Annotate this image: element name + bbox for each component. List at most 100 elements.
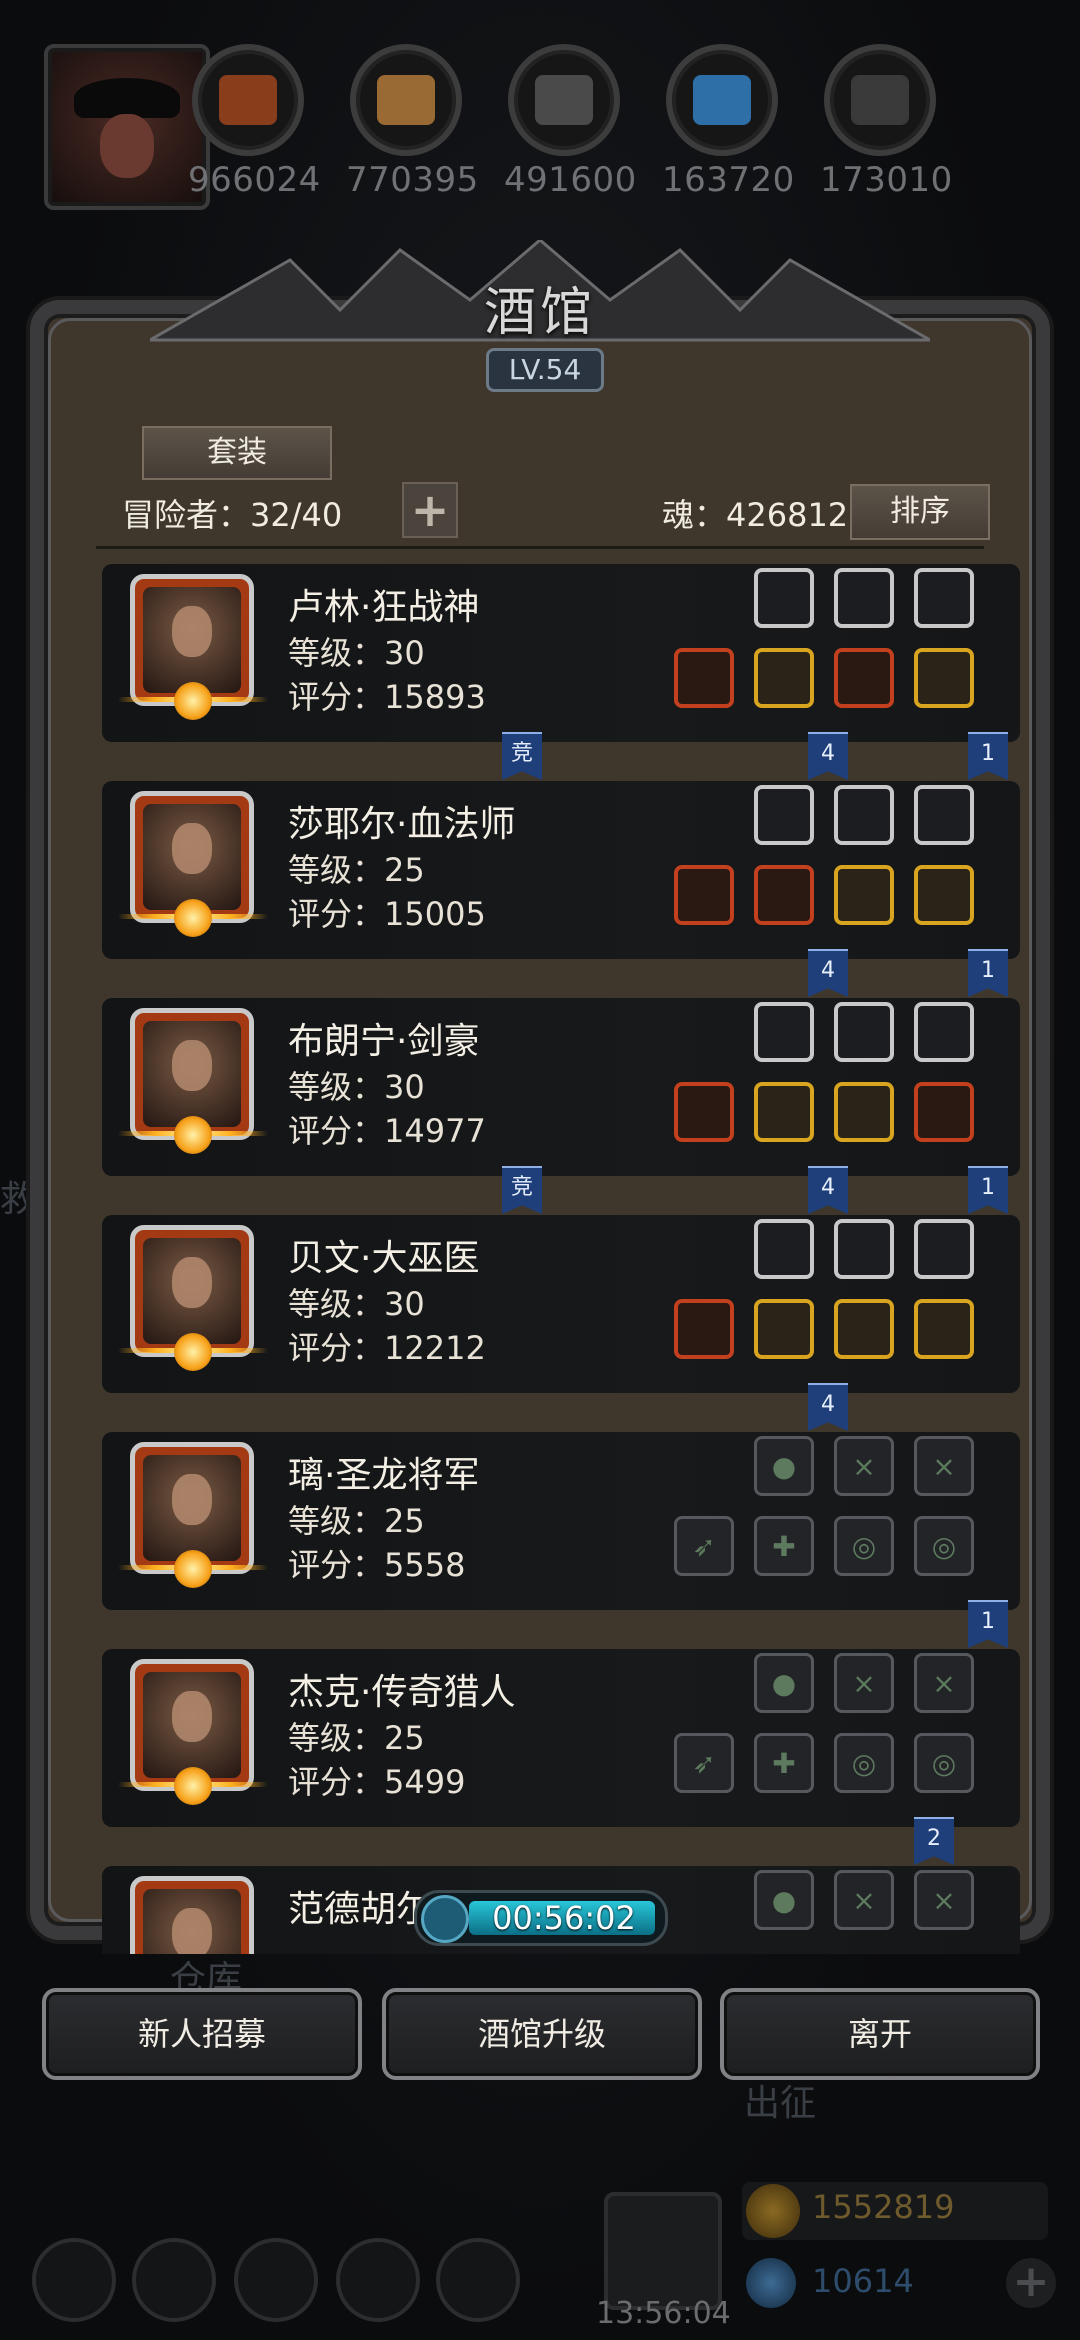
rank-emblem-icon — [118, 1767, 268, 1805]
header-divider — [96, 546, 984, 549]
count-tag: 4 — [808, 1166, 848, 1214]
count-tag: 4 — [808, 1383, 848, 1431]
hero-card[interactable]: 璃·圣龙将军 等级：25 评分：5558 ● ⨯ ⨯ ➶ ✚ ◎ ◎ — [102, 1432, 1020, 1610]
equipment-slot[interactable] — [834, 1082, 894, 1142]
resource-meat-value: 966024 — [188, 160, 321, 200]
count-tag: 1 — [968, 1600, 1008, 1648]
hero-score: 评分：5499 — [288, 1763, 466, 1801]
avatar-face — [100, 114, 154, 178]
arena-tag: 竞 — [502, 1166, 542, 1214]
empty-equipment-slot[interactable]: ⨯ — [914, 1436, 974, 1496]
empty-equipment-slot[interactable]: ✚ — [754, 1516, 814, 1576]
crystal-icon — [666, 44, 778, 156]
empty-equipment-slot[interactable]: ◎ — [834, 1516, 894, 1576]
gold-coin-icon — [746, 2184, 800, 2238]
timer-text: 00:56:02 — [492, 1899, 636, 1937]
equipment-slot[interactable] — [674, 648, 734, 708]
equipment-slot[interactable] — [834, 785, 894, 845]
equipment-slot[interactable] — [914, 1002, 974, 1062]
empty-equipment-slot[interactable]: ⨯ — [914, 1870, 974, 1930]
set-button[interactable]: 套装 — [142, 426, 332, 480]
equipment-slot[interactable] — [754, 1299, 814, 1359]
equipment-slot[interactable] — [914, 1219, 974, 1279]
equipment-slot[interactable] — [674, 1082, 734, 1142]
equipment-slot[interactable] — [834, 568, 894, 628]
empty-equipment-slot[interactable]: ✚ — [754, 1733, 814, 1793]
hero-card[interactable]: 布朗宁·剑豪 等级：30 评分：14977 — [102, 998, 1020, 1176]
equipment-slot[interactable] — [914, 1082, 974, 1142]
equipment-slot[interactable] — [914, 648, 974, 708]
equipment-slot[interactable] — [754, 1219, 814, 1279]
add-gems-button[interactable]: + — [1006, 2258, 1056, 2308]
tavern-level-badge: LV.54 — [486, 348, 604, 392]
empty-equipment-slot[interactable]: ➶ — [674, 1516, 734, 1576]
leave-button[interactable]: 离开 — [720, 1988, 1040, 2080]
resource-crystal[interactable]: 163720 — [662, 44, 794, 200]
resource-stone[interactable]: 173010 — [820, 44, 952, 200]
empty-equipment-slot[interactable]: ➶ — [674, 1733, 734, 1793]
resource-wood-value: 770395 — [346, 160, 479, 200]
hero-score: 评分：12212 — [288, 1329, 486, 1367]
adventurer-count: 冒险者：32/40 — [122, 496, 343, 534]
equipment-slot[interactable] — [754, 1082, 814, 1142]
equipment-slot[interactable] — [914, 785, 974, 845]
empty-equipment-slot[interactable]: ⨯ — [834, 1436, 894, 1496]
settings-gear-icon[interactable] — [32, 2238, 116, 2322]
tavern-title: 酒馆 — [483, 283, 596, 343]
hero-card[interactable]: 贝文·大巫医 等级：30 评分：12212 — [102, 1215, 1020, 1393]
quest-icon[interactable] — [436, 2238, 520, 2322]
equipment-slot[interactable] — [754, 1002, 814, 1062]
guild-icon[interactable] — [234, 2238, 318, 2322]
equipment-slot[interactable] — [754, 785, 814, 845]
equipment-slot[interactable] — [834, 1219, 894, 1279]
rank-emblem-icon — [118, 1550, 268, 1588]
empty-equipment-slot[interactable]: ● — [754, 1870, 814, 1930]
hero-card[interactable]: 莎耶尔·血法师 等级：25 评分：15005 — [102, 781, 1020, 959]
equipment-slot[interactable] — [834, 1002, 894, 1062]
empty-equipment-slot[interactable]: ◎ — [914, 1733, 974, 1793]
empty-equipment-slot[interactable]: ⨯ — [834, 1653, 894, 1713]
hero-level: 等级：25 — [288, 851, 425, 889]
achievement-icon[interactable] — [132, 2238, 216, 2322]
equipment-slot[interactable] — [834, 865, 894, 925]
gem-counter: 10614 — [742, 2254, 992, 2312]
hero-list[interactable]: 卢林·狂战神 等级：30 评分：15893 竞 4 1 莎耶尔·血法师 等级：25 评分：150… — [102, 564, 1020, 1954]
empty-equipment-slot[interactable]: ◎ — [834, 1733, 894, 1793]
resource-iron[interactable]: 491600 — [504, 44, 637, 200]
empty-equipment-slot[interactable]: ◎ — [914, 1516, 974, 1576]
empty-equipment-slot[interactable]: ● — [754, 1653, 814, 1713]
equipment-slot[interactable] — [674, 865, 734, 925]
resource-meat[interactable]: 966024 — [188, 44, 321, 200]
count-tag: 1 — [968, 732, 1008, 780]
empty-equipment-slot[interactable]: ⨯ — [834, 1870, 894, 1930]
equipment-slot[interactable] — [914, 865, 974, 925]
hero-portrait[interactable] — [130, 1876, 254, 1954]
hero-name: 莎耶尔·血法师 — [288, 804, 516, 845]
resource-iron-value: 491600 — [504, 160, 637, 200]
hero-name: 卢林·狂战神 — [288, 587, 480, 628]
player-avatar[interactable] — [44, 44, 210, 210]
equipment-slot[interactable] — [834, 1299, 894, 1359]
empty-equipment-slot[interactable]: ⨯ — [914, 1653, 974, 1713]
equipment-slot[interactable] — [914, 568, 974, 628]
rank-emblem-icon — [118, 1116, 268, 1154]
upgrade-tavern-button[interactable]: 酒馆升级 — [382, 1988, 702, 2080]
hero-card[interactable]: 杰克·传奇猎人 等级：25 评分：5499 ● ⨯ ⨯ ➶ ✚ ◎ ◎ — [102, 1649, 1020, 1827]
equipment-slot[interactable] — [754, 865, 814, 925]
tavern-timer: 00:56:02 — [414, 1890, 668, 1946]
equipment-slot[interactable] — [914, 1299, 974, 1359]
recruit-button[interactable]: 新人招募 — [42, 1988, 362, 2080]
mail-icon[interactable] — [336, 2238, 420, 2322]
sort-button[interactable]: 排序 — [850, 484, 990, 540]
equipment-slot[interactable] — [834, 648, 894, 708]
gift-box-icon[interactable] — [604, 2192, 722, 2310]
hero-card[interactable]: 卢林·狂战神 等级：30 评分：15893 — [102, 564, 1020, 742]
equipment-slot[interactable] — [674, 1299, 734, 1359]
hero-name: 璃·圣龙将军 — [288, 1455, 480, 1496]
meat-icon — [192, 44, 304, 156]
empty-equipment-slot[interactable]: ● — [754, 1436, 814, 1496]
equipment-slot[interactable] — [754, 568, 814, 628]
add-slot-button[interactable]: + — [402, 482, 458, 538]
resource-wood[interactable]: 770395 — [346, 44, 479, 200]
equipment-slot[interactable] — [754, 648, 814, 708]
